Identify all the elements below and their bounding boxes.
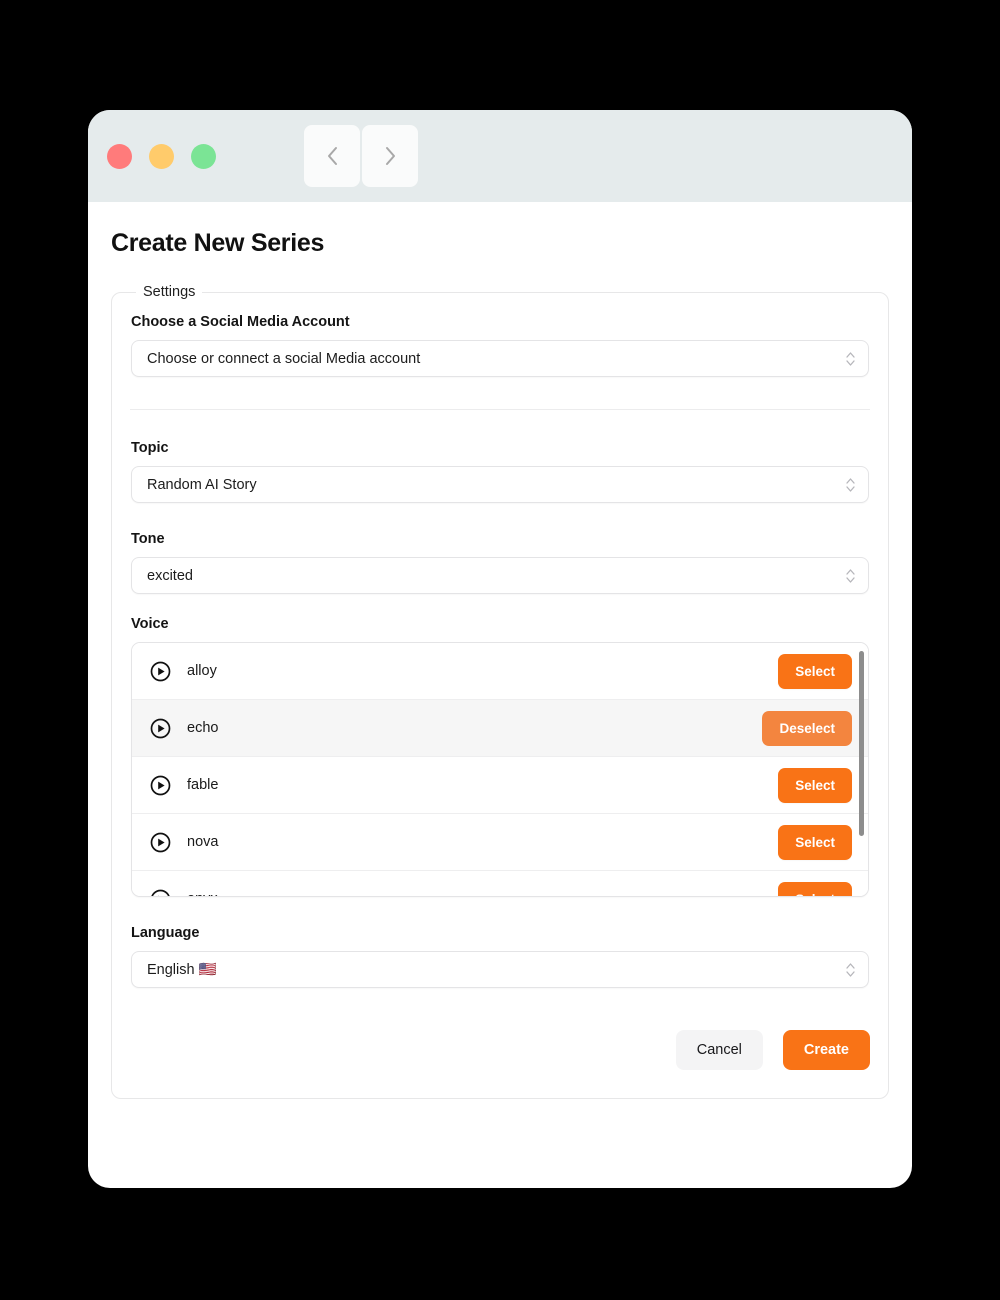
voice-rows-container: alloy Select echo Deselect fable Select nova Se… — [132, 643, 868, 898]
tone-field: Tone excited — [130, 531, 870, 594]
settings-legend: Settings — [143, 284, 196, 300]
voice-label: Voice — [131, 616, 169, 632]
voice-list-scrollbar[interactable] — [858, 646, 865, 893]
voice-name: fable — [187, 777, 219, 793]
language-select[interactable]: English 🇺🇸 — [131, 951, 869, 988]
account-field: Choose a Social Media Account Choose or … — [130, 314, 870, 377]
dialog-footer: Cancel Create — [130, 1030, 870, 1070]
voice-list-scrollbar-thumb[interactable] — [859, 651, 864, 836]
select-voice-button[interactable]: Select — [778, 653, 852, 689]
select-voice-button[interactable]: Select — [778, 767, 852, 803]
play-icon[interactable] — [150, 661, 171, 682]
account-select-value: Choose or connect a social Media account — [147, 350, 421, 367]
voice-name: alloy — [187, 663, 217, 679]
close-button[interactable] — [107, 143, 132, 169]
voice-name: nova — [187, 834, 219, 850]
back-button[interactable] — [304, 125, 360, 187]
select-voice-button[interactable]: Select — [778, 824, 852, 860]
tone-select[interactable]: excited — [131, 557, 869, 594]
voice-row[interactable]: nova Select — [132, 814, 868, 871]
play-icon[interactable] — [150, 889, 171, 898]
stepper-icon — [846, 962, 855, 977]
section-divider — [130, 409, 870, 410]
traffic-light-group — [107, 143, 216, 169]
voice-name: echo — [187, 720, 219, 736]
account-label: Choose a Social Media Account — [131, 314, 350, 330]
deselect-voice-button[interactable]: Deselect — [762, 710, 852, 746]
forward-button[interactable] — [362, 125, 418, 187]
play-icon[interactable] — [150, 775, 171, 796]
minimize-button[interactable] — [149, 143, 174, 169]
select-voice-button[interactable]: Select — [778, 881, 852, 896]
voice-name: onyx — [187, 891, 778, 896]
topic-field: Topic Random AI Story — [130, 440, 870, 503]
title-bar — [88, 110, 912, 202]
navigation-buttons — [304, 125, 418, 187]
voice-row[interactable]: alloy Select — [132, 643, 868, 700]
tone-select-value: excited — [147, 567, 193, 584]
voice-list: alloy Select echo Deselect fable Select nova Se… — [131, 642, 869, 897]
cancel-button[interactable]: Cancel — [675, 1030, 763, 1070]
voice-row[interactable]: echo Deselect — [132, 700, 868, 757]
create-button[interactable]: Create — [782, 1030, 870, 1070]
topic-select-value: Random AI Story — [147, 476, 257, 493]
stepper-icon — [846, 568, 855, 583]
voice-field: Voice alloy Select echo Deselect fable Select… — [130, 616, 870, 897]
language-label: Language — [131, 925, 200, 941]
chevron-left-icon — [327, 147, 337, 165]
topic-label: Topic — [131, 440, 169, 456]
main-content: Create New Series Settings Choose a Soci… — [88, 229, 912, 1099]
language-select-value: English 🇺🇸 — [147, 962, 217, 978]
voice-row[interactable]: onyxSelect — [132, 871, 868, 898]
topic-select[interactable]: Random AI Story — [131, 466, 869, 503]
maximize-button[interactable] — [191, 143, 216, 169]
tone-label: Tone — [131, 531, 165, 547]
play-icon[interactable] — [150, 718, 171, 739]
settings-fieldset: Settings Choose a Social Media Account C… — [111, 284, 889, 1099]
account-select[interactable]: Choose or connect a social Media account — [131, 340, 869, 377]
language-field: Language English 🇺🇸 — [130, 925, 870, 988]
stepper-icon — [846, 477, 855, 492]
play-icon[interactable] — [150, 832, 171, 853]
voice-row[interactable]: fable Select — [132, 757, 868, 814]
chevron-right-icon — [385, 147, 395, 165]
app-window: Create New Series Settings Choose a Soci… — [88, 110, 912, 1188]
stepper-icon — [846, 351, 855, 366]
page-title: Create New Series — [111, 229, 325, 257]
